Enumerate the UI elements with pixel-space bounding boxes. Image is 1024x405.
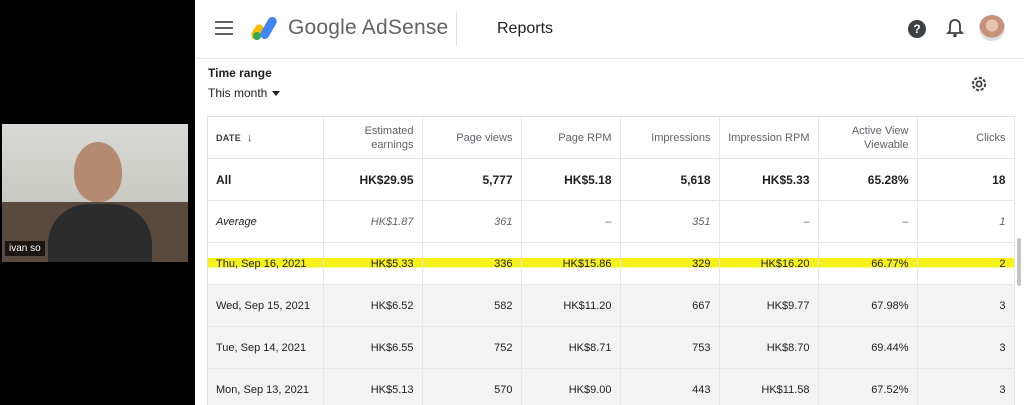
col-impressions-cell: 753 (620, 326, 720, 369)
col-page-rpm-cell: – (521, 200, 621, 243)
table-row: Tue, Sep 14, 2021 HK$6.55 752 HK$8.71 753 HK$… (208, 326, 1015, 369)
col-active-view-viewable-cell: 66.77% (818, 242, 918, 285)
col-estimated-earnings-cell: HK$29.95 (323, 158, 423, 201)
time-range-filter[interactable]: Time range This month (208, 66, 281, 100)
col-date-cell: All (208, 158, 324, 201)
col-estimated-earnings-cell: HK$5.13 (323, 368, 423, 405)
col-impression-rpm-cell: – (719, 200, 819, 243)
adsense-window: Google AdSense Reports ? Time range This… (195, 0, 1024, 405)
col-estimated-earnings-header[interactable]: Estimated earnings (323, 117, 423, 159)
col-impressions-cell: 667 (620, 284, 720, 327)
col-page-views-header[interactable]: Page views (422, 117, 522, 159)
table-row: Thu, Sep 16, 2021 HK$5.33 336 HK$15.86 329 HK… (208, 242, 1015, 285)
time-range-label: Time range (208, 66, 272, 80)
col-page-views-cell: 570 (422, 368, 522, 405)
col-clicks-cell: 18 (917, 158, 1015, 201)
webcam-overlay: ivan so (2, 124, 188, 262)
col-clicks-header[interactable]: Clicks (917, 117, 1015, 159)
col-page-rpm-cell: HK$9.00 (521, 368, 621, 405)
time-range-dropdown[interactable]: This month (208, 86, 281, 100)
col-estimated-earnings-cell: HK$5.33 (323, 242, 423, 285)
webcam-name-label: ivan so (5, 241, 45, 256)
column-header-label: Impressions (651, 131, 711, 144)
time-range-value: This month (208, 86, 268, 100)
col-clicks-cell: 3 (917, 284, 1015, 327)
table-row: Wed, Sep 15, 2021 HK$6.52 582 HK$11.20 667 HK… (208, 284, 1015, 327)
col-impressions-header[interactable]: Impressions (620, 117, 720, 159)
col-clicks-cell: 3 (917, 368, 1015, 405)
column-header-label: earnings (371, 138, 414, 151)
col-active-view-viewable-header[interactable]: Active View Viewable (818, 117, 918, 159)
column-header-label: DATE (216, 132, 242, 143)
col-page-rpm-cell: HK$8.71 (521, 326, 621, 369)
sort-arrow-icon[interactable]: ↓ (247, 132, 253, 144)
col-active-view-viewable-cell: 69.44% (818, 326, 918, 369)
column-header-label: Impression RPM (728, 131, 810, 144)
report-table: DATE ↓ Estimated earnings Page views Page RPM… (207, 116, 1015, 405)
col-page-rpm-cell: HK$5.18 (521, 158, 621, 201)
col-page-views-cell: 752 (422, 326, 522, 369)
col-estimated-earnings-cell: HK$6.52 (323, 284, 423, 327)
col-page-rpm-cell: HK$15.86 (521, 242, 621, 285)
col-impression-rpm-cell: HK$9.77 (719, 284, 819, 327)
scrollbar[interactable] (1017, 238, 1021, 286)
col-impressions-cell: 329 (620, 242, 720, 285)
column-header-label: Page RPM (558, 131, 612, 144)
col-impression-rpm-cell: HK$16.20 (719, 242, 819, 285)
col-page-views-cell: 582 (422, 284, 522, 327)
top-bar: Google AdSense Reports ? (195, 0, 1024, 59)
col-clicks-cell: 3 (917, 326, 1015, 369)
header-divider (456, 12, 457, 46)
gear-icon[interactable] (969, 74, 989, 94)
col-impressions-cell: 351 (620, 200, 720, 243)
col-page-views-cell: 361 (422, 200, 522, 243)
menu-icon[interactable] (215, 21, 233, 35)
col-date-cell: Wed, Sep 15, 2021 (208, 284, 324, 327)
col-active-view-viewable-cell: 65.28% (818, 158, 918, 201)
col-active-view-viewable-cell: 67.52% (818, 368, 918, 405)
table-header-row: DATE ↓ Estimated earnings Page views Page RPM… (208, 117, 1015, 159)
caret-down-icon (272, 91, 281, 97)
col-date-cell: Mon, Sep 13, 2021 (208, 368, 324, 405)
brand-name: Google AdSense (288, 16, 449, 39)
col-estimated-earnings-cell: HK$6.55 (323, 326, 423, 369)
column-header-label: Active View (851, 124, 909, 137)
col-impression-rpm-cell: HK$11.58 (719, 368, 819, 405)
column-header-label: Estimated (364, 124, 414, 137)
adsense-logo-icon (251, 17, 277, 40)
table-row: Mon, Sep 13, 2021 HK$5.13 570 HK$9.00 443 HK$… (208, 368, 1015, 405)
col-page-views-cell: 336 (422, 242, 522, 285)
notifications-bell-icon[interactable] (946, 18, 964, 38)
column-header-label: Clicks (976, 131, 1006, 144)
help-icon[interactable]: ? (908, 20, 926, 38)
col-active-view-viewable-cell: 67.98% (818, 284, 918, 327)
table-row: All HK$29.95 5,777 HK$5.18 5,618 HK$5.33 65.28… (208, 158, 1015, 201)
col-page-rpm-header[interactable]: Page RPM (521, 117, 621, 159)
col-date-cell: Thu, Sep 16, 2021 (208, 242, 324, 285)
avatar[interactable] (979, 15, 1005, 41)
table-row: Average HK$1.87 361–351– –1 (208, 200, 1015, 243)
col-clicks-cell: 1 (917, 200, 1015, 243)
col-impressions-cell: 5,618 (620, 158, 720, 201)
col-impression-rpm-cell: HK$8.70 (719, 326, 819, 369)
person-body (48, 204, 152, 262)
col-estimated-earnings-cell: HK$1.87 (323, 200, 423, 243)
column-header-label: Viewable (864, 138, 909, 151)
col-clicks-cell: 2 (917, 242, 1015, 285)
col-active-view-viewable-cell: – (818, 200, 918, 243)
col-date-cell: Tue, Sep 14, 2021 (208, 326, 324, 369)
col-page-views-cell: 5,777 (422, 158, 522, 201)
col-impression-rpm-header[interactable]: Impression RPM (719, 117, 819, 159)
person-head (74, 142, 122, 202)
page-title: Reports (497, 20, 554, 37)
col-date-header[interactable]: DATE ↓ (208, 117, 324, 159)
col-impression-rpm-cell: HK$5.33 (719, 158, 819, 201)
col-page-rpm-cell: HK$11.20 (521, 284, 621, 327)
col-impressions-cell: 443 (620, 368, 720, 405)
col-date-cell: Average (208, 200, 324, 243)
column-header-label: Page views (456, 131, 513, 144)
